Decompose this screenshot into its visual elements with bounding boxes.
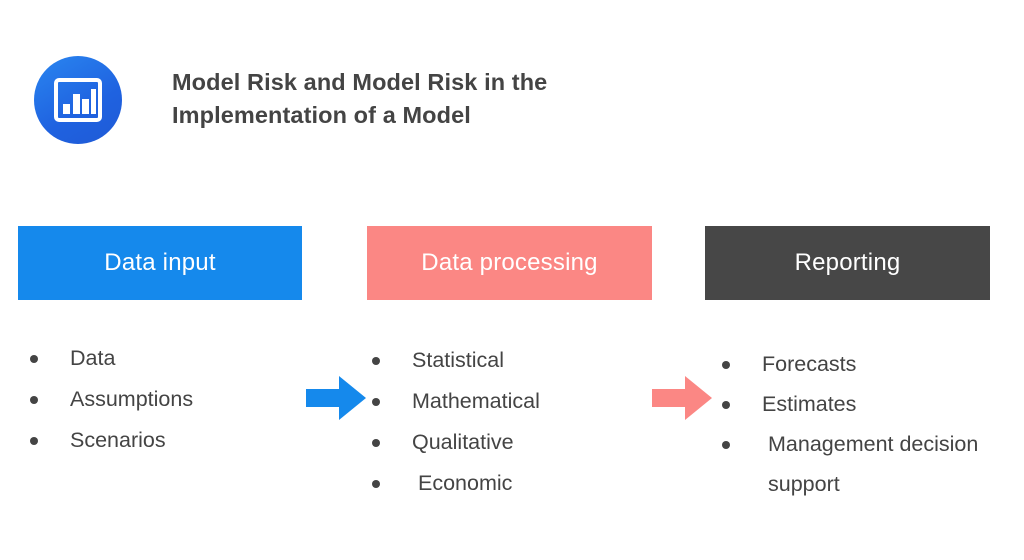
stage-label: Data input [104, 249, 216, 276]
arrow-right-icon-salmon [652, 376, 712, 420]
bullet-dot-icon [30, 437, 38, 445]
list-item: Economic [372, 463, 648, 504]
stage-label: Reporting [794, 249, 901, 276]
list-item: Statistical [372, 340, 648, 381]
list-item-label: Scenarios [70, 428, 166, 452]
bullet-dot-icon [372, 398, 380, 406]
list-item: Qualitative [372, 422, 648, 463]
list-item-label: Forecasts [762, 352, 857, 376]
bullet-dot-icon [30, 355, 38, 363]
list-item: Data [30, 338, 300, 379]
stage-header-reporting: Reporting [705, 226, 990, 300]
bar-chart-glyph [54, 78, 102, 122]
list-item-label: Statistical [412, 348, 505, 372]
stage-header-data-processing: Data processing [367, 226, 652, 300]
bar-chart-icon [34, 56, 122, 144]
list-item: Forecasts [722, 344, 1007, 384]
header: Model Risk and Model Risk in the Impleme… [0, 0, 1024, 180]
list-item-label: Qualitative [412, 430, 514, 454]
list-item-label: Economic [418, 471, 513, 495]
list-item: Assumptions [30, 379, 300, 420]
bullet-dot-icon [372, 357, 380, 365]
stage-label: Data processing [421, 249, 598, 276]
bullet-dot-icon [30, 396, 38, 404]
list-item-label: Estimates [762, 392, 857, 416]
list-item-label: Data [70, 346, 116, 370]
arrow-right-glyph [306, 376, 366, 420]
stage-items-reporting: Forecasts Estimates Management decision … [722, 344, 1007, 504]
arrow-right-icon-blue [306, 376, 366, 420]
bullet-dot-icon [372, 439, 380, 447]
list-item-label: Assumptions [70, 387, 194, 411]
bullet-dot-icon [722, 401, 730, 409]
list-item: Mathematical [372, 381, 648, 422]
arrow-right-glyph [652, 376, 712, 420]
list-item: Scenarios [30, 420, 300, 461]
bullet-dot-icon [722, 361, 730, 369]
stage-items-data-processing: Statistical Mathematical Qualitative Eco… [372, 340, 648, 504]
stage-header-data-input: Data input [18, 226, 302, 300]
page-title: Model Risk and Model Risk in the Impleme… [172, 69, 548, 128]
bullet-dot-icon [372, 480, 380, 488]
bullet-dot-icon [722, 441, 730, 449]
list-item: Estimates [722, 384, 1007, 424]
list-item: Management decision support [722, 424, 1007, 504]
list-item-label: Management decision support [768, 432, 979, 496]
list-item-label: Mathematical [412, 389, 540, 413]
stage-items-data-input: Data Assumptions Scenarios [30, 338, 300, 461]
